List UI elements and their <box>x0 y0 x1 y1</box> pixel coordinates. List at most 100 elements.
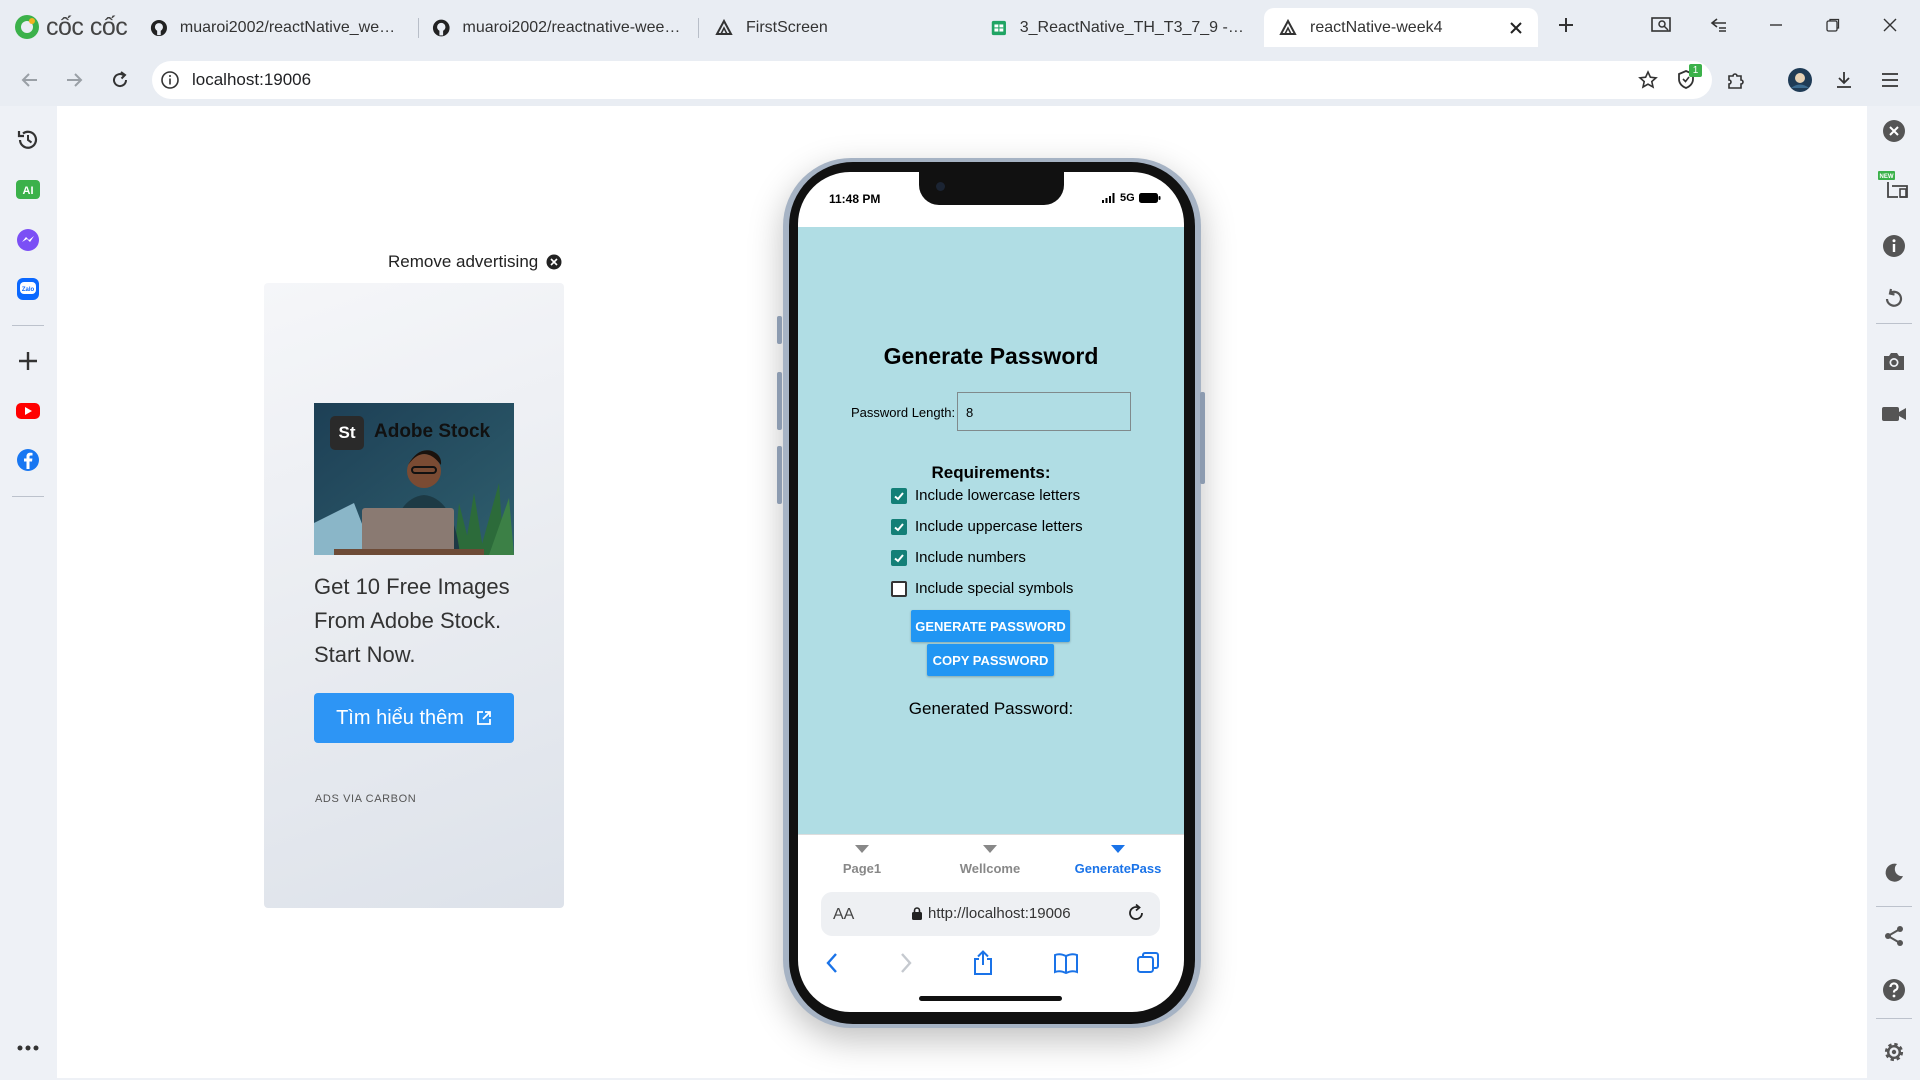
close-window-button[interactable] <box>1870 8 1910 42</box>
svg-text:AI: AI <box>23 185 34 197</box>
back-button[interactable] <box>14 64 46 96</box>
close-devtools-button[interactable] <box>1878 115 1910 147</box>
gear-icon <box>1884 1042 1904 1062</box>
phone-side-button <box>777 316 782 344</box>
lowercase-checkbox[interactable] <box>891 487 907 504</box>
browser-brand-logo[interactable]: cốc cốc <box>14 12 128 42</box>
adobe-stock-name: Adobe Stock <box>374 421 491 442</box>
ads-via-carbon-link[interactable]: ADS VIA CARBON <box>315 793 416 805</box>
menu-button[interactable] <box>1874 64 1906 96</box>
reading-view-button[interactable] <box>1642 8 1682 42</box>
url-text[interactable]: localhost:19006 <box>192 70 311 90</box>
add-sidebar-app-button[interactable] <box>12 345 44 377</box>
requirement-numbers[interactable]: Include numbers <box>891 549 1026 566</box>
extensions-button[interactable] <box>1720 64 1752 96</box>
facebook-button[interactable] <box>12 444 44 476</box>
address-bar[interactable]: localhost:19006 <box>152 61 1712 99</box>
tab-generatepass[interactable]: GeneratePass <box>1058 845 1178 876</box>
ad-learn-more-button[interactable]: Tìm hiểu thêm <box>314 693 514 743</box>
tab-title: muaroi2002/reactnative-week2: w <box>462 18 684 36</box>
tab-page1[interactable]: Page1 <box>802 845 922 876</box>
page-title: Generate Password <box>883 343 1099 369</box>
password-length-input[interactable]: 8 <box>957 392 1131 431</box>
screenshot-button[interactable] <box>1878 345 1910 377</box>
safari-url[interactable]: http://localhost:19006 <box>912 905 1071 922</box>
browser-tab-4[interactable]: 3_ReactNative_TH_T3_7_9 - Googl <box>976 8 1260 47</box>
browser-tab-active[interactable]: reactNative-week4 <box>1264 8 1538 47</box>
browser-tab-2[interactable]: muaroi2002/reactnative-week2: w <box>418 8 698 47</box>
camera-icon <box>1884 353 1904 370</box>
tab-title: 3_ReactNative_TH_T3_7_9 - Googl <box>1019 18 1246 36</box>
share-icon <box>1885 926 1903 946</box>
phone-side-button <box>777 446 782 504</box>
zalo-button[interactable]: Zalo <box>12 273 44 305</box>
safari-reload-button[interactable] <box>1126 903 1148 925</box>
tab-search-button[interactable] <box>1699 8 1739 42</box>
requirement-symbols[interactable]: Include special symbols <box>891 580 1073 597</box>
share-icon <box>974 950 992 975</box>
safari-back-button[interactable] <box>816 947 848 979</box>
history-button[interactable] <box>12 124 44 156</box>
responsive-device-button[interactable]: NEW <box>1878 170 1910 202</box>
profile-button[interactable] <box>1784 64 1816 96</box>
tab-wellcome[interactable]: Wellcome <box>930 845 1050 876</box>
help-button[interactable] <box>1878 974 1910 1006</box>
bookmark-button[interactable] <box>1632 64 1664 96</box>
remove-advertising-link[interactable]: Remove advertising <box>388 252 562 272</box>
ai-assistant-button[interactable]: AI <box>12 174 44 206</box>
sidebar-more-button[interactable] <box>12 1032 44 1064</box>
youtube-button[interactable] <box>12 395 44 427</box>
safari-forward-button[interactable] <box>890 947 922 979</box>
sidebar-divider <box>12 325 44 326</box>
adblock-extension-button[interactable]: 1 <box>1671 64 1703 96</box>
generate-password-button[interactable]: GENERATE PASSWORD <box>911 610 1070 642</box>
book-icon <box>1054 953 1078 974</box>
dark-mode-button[interactable] <box>1878 857 1910 889</box>
info-circle-icon <box>1883 235 1905 257</box>
more-dots-icon <box>17 1045 39 1051</box>
ad-text[interactable]: Get 10 Free Images From Adobe Stock. Sta… <box>314 570 524 672</box>
arrow-left-icon <box>21 73 37 87</box>
adobe-stock-badge: St <box>330 416 364 450</box>
minimize-button[interactable] <box>1756 8 1796 42</box>
ad-image[interactable]: St Adobe Stock <box>314 403 514 555</box>
tab-title: FirstScreen <box>746 18 828 36</box>
phone-side-button <box>777 372 782 430</box>
requirement-uppercase[interactable]: Include uppercase letters <box>891 518 1083 535</box>
restore-button[interactable] <box>1813 8 1853 42</box>
share-button[interactable] <box>1878 920 1910 952</box>
safari-text-size-button[interactable]: AA <box>833 906 854 924</box>
record-video-button[interactable] <box>1878 398 1910 430</box>
forward-button[interactable] <box>58 64 90 96</box>
info-icon[interactable] <box>160 70 180 90</box>
ad-button-label: Tìm hiểu thêm <box>336 706 464 729</box>
requirement-lowercase[interactable]: Include lowercase letters <box>891 487 1080 504</box>
puzzle-icon <box>1728 73 1744 89</box>
check-icon <box>894 553 904 562</box>
uppercase-checkbox[interactable] <box>891 518 907 535</box>
reload-button[interactable] <box>104 64 136 96</box>
browser-tab-3[interactable]: FirstScreen <box>700 8 980 47</box>
safari-share-button[interactable] <box>967 947 999 979</box>
new-tab-button[interactable] <box>1546 8 1586 42</box>
messenger-button[interactable] <box>12 224 44 256</box>
symbols-checkbox[interactable] <box>891 580 907 597</box>
copy-password-button[interactable]: COPY PASSWORD <box>927 644 1054 676</box>
messenger-icon <box>17 229 39 251</box>
safari-tabs-button[interactable] <box>1132 947 1164 979</box>
downloads-button[interactable] <box>1828 64 1860 96</box>
numbers-checkbox[interactable] <box>891 549 907 566</box>
requirement-label: Include numbers <box>915 549 1026 566</box>
rotate-button[interactable] <box>1878 283 1910 315</box>
check-icon <box>894 491 904 500</box>
tabs-icon <box>1137 952 1159 973</box>
page-info-button[interactable] <box>1878 230 1910 262</box>
close-tab-icon[interactable] <box>1508 20 1524 36</box>
settings-button[interactable] <box>1878 1036 1910 1068</box>
star-icon <box>1638 70 1658 89</box>
browser-tab-1[interactable]: muaroi2002/reactNative_week3: la <box>136 8 414 47</box>
github-icon <box>432 19 450 36</box>
safari-bookmarks-button[interactable] <box>1050 947 1082 979</box>
lock-icon <box>912 907 922 920</box>
close-circle-icon <box>546 254 562 270</box>
